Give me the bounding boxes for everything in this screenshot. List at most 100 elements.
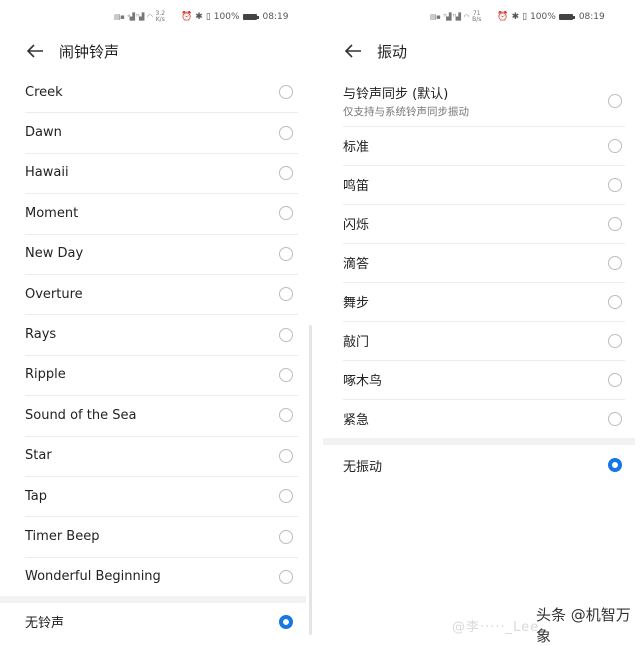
list-item[interactable]: Star (0, 436, 306, 476)
list-item[interactable]: 紧急 (320, 399, 640, 438)
alarm-icon: ⏰ (181, 12, 193, 22)
bluetooth-icon: ✱ (195, 12, 203, 22)
list-item[interactable]: 标准 (320, 126, 640, 165)
vibrate-icon: ▯ (205, 12, 211, 22)
radio-unselected[interactable] (279, 408, 293, 423)
radio-unselected[interactable] (279, 246, 293, 261)
radio-unselected[interactable] (608, 94, 622, 108)
list-item[interactable]: Wonderful Beginning (0, 557, 306, 597)
item-text: 与铃声同步 (默认) 仅支持与系统铃声同步振动 (343, 83, 469, 119)
radio-unselected[interactable] (279, 206, 293, 221)
list-item[interactable]: Timer Beep (0, 516, 306, 556)
clock: 08:19 (578, 12, 605, 22)
list-item[interactable]: Rays (0, 314, 306, 354)
radio-unselected[interactable] (608, 294, 622, 309)
radio-unselected[interactable] (608, 411, 622, 426)
weibo-watermark: @李·····_Lee (452, 620, 540, 635)
back-arrow-icon[interactable] (25, 41, 45, 61)
list-item[interactable]: Moment (0, 193, 306, 233)
item-label: 闪烁 (343, 218, 370, 233)
radio-selected[interactable] (279, 614, 293, 629)
list-item[interactable]: 鸣笛 (320, 165, 640, 204)
status-bar: ▤▪ ᴴ▟ ᴴ▟ ◠ 71 B/s ⏰ ✱ ▯ 100% 08:19 (430, 9, 605, 25)
net-speed: 3.2 K/s (155, 10, 166, 23)
list-item[interactable]: Ripple (0, 355, 306, 395)
item-label: Wonderful Beginning (25, 569, 161, 585)
item-text: 闪烁 (343, 214, 369, 233)
list-item[interactable]: 与铃声同步 (默认) 仅支持与系统铃声同步振动 (320, 76, 640, 126)
list-item[interactable]: Sound of the Sea (0, 395, 306, 435)
radio-unselected[interactable] (608, 138, 622, 153)
item-label: 啄木鸟 (343, 374, 383, 389)
list-item[interactable]: 滴答 (320, 243, 640, 282)
header: 振动 (343, 38, 407, 64)
list-item[interactable]: Tap (0, 476, 306, 516)
list-item[interactable]: New Day (0, 234, 306, 274)
item-text: 鸣笛 (343, 175, 369, 194)
radio-unselected[interactable] (279, 327, 293, 342)
radio-unselected[interactable] (608, 255, 622, 270)
list-item[interactable]: Dawn (0, 112, 306, 152)
battery-percent: 100% (530, 12, 556, 22)
status-bar: ▤▪ ᵃ▟ ᴴ▟ ◠ 3.2 K/s ⏰ ✱ ▯ 100% 08:19 (114, 9, 288, 25)
item-label: Hawaii (25, 165, 69, 181)
list-item[interactable]: 啄木鸟 (320, 360, 640, 399)
item-label: Dawn (25, 125, 62, 141)
signal-icon: ᵃ▟ ᴴ▟ (127, 13, 144, 21)
page-title: 振动 (377, 42, 408, 61)
list-item[interactable]: 闪烁 (320, 204, 640, 243)
item-text: 啄木鸟 (343, 370, 382, 389)
item-label: 与铃声同步 (默认) (343, 87, 449, 102)
back-arrow-icon[interactable] (343, 41, 363, 61)
list-item[interactable]: Creek (0, 72, 306, 112)
sim-icon: ▤▪ (114, 13, 125, 21)
item-label: 舞步 (343, 296, 370, 311)
item-label: 紧急 (343, 413, 370, 428)
radio-unselected[interactable] (608, 333, 622, 348)
net-speed: 71 B/s (472, 10, 482, 23)
list-item-no-vibration[interactable]: 无振动 (320, 445, 640, 485)
radio-unselected[interactable] (279, 85, 293, 100)
radio-unselected[interactable] (279, 287, 293, 302)
item-label: 标准 (343, 140, 370, 155)
item-label: 鸣笛 (343, 179, 370, 194)
radio-selected[interactable] (608, 458, 622, 472)
vibration-screen: ▤▪ ᴴ▟ ᴴ▟ ◠ 71 B/s ⏰ ✱ ▯ 100% 08:19 振动 与铃声… (320, 0, 640, 640)
list-item-no-ringtone[interactable]: 无铃声 (0, 603, 306, 640)
radio-unselected[interactable] (279, 165, 293, 180)
item-label: 滴答 (343, 257, 370, 272)
battery-icon (558, 14, 575, 20)
radio-unselected[interactable] (279, 448, 293, 463)
item-label: Ripple (25, 367, 66, 383)
radio-unselected[interactable] (608, 372, 622, 387)
scrollbar[interactable] (309, 325, 312, 635)
item-text: 紧急 (343, 409, 369, 428)
item-label: Star (25, 448, 52, 464)
radio-unselected[interactable] (279, 569, 293, 584)
list-item[interactable]: 敲门 (320, 321, 640, 360)
list-item[interactable]: Hawaii (0, 153, 306, 193)
radio-unselected[interactable] (279, 529, 293, 544)
item-text: 标准 (343, 136, 369, 155)
sim-icon: ▤▪ (430, 13, 441, 21)
list-item[interactable]: Overture (0, 274, 306, 314)
item-label: New Day (25, 246, 84, 262)
radio-unselected[interactable] (608, 216, 622, 231)
radio-unselected[interactable] (279, 489, 293, 504)
item-label: Rays (25, 327, 57, 343)
item-sublabel: 仅支持与系统铃声同步振动 (343, 106, 469, 118)
battery-percent: 100% (213, 12, 240, 22)
radio-unselected[interactable] (279, 367, 293, 382)
bluetooth-icon: ✱ (511, 12, 520, 22)
item-text: 滴答 (343, 253, 369, 272)
item-label: Tap (25, 488, 48, 504)
list-item[interactable]: 舞步 (320, 282, 640, 321)
radio-unselected[interactable] (608, 177, 622, 192)
page-title: 闹钟铃声 (59, 42, 120, 61)
vibrate-icon: ▯ (522, 12, 528, 22)
battery-icon (242, 14, 259, 20)
radio-unselected[interactable] (279, 125, 293, 140)
signal-icon: ᴴ▟ ᴴ▟ (443, 13, 461, 21)
item-text: 舞步 (343, 292, 369, 311)
item-label: Creek (25, 84, 63, 100)
